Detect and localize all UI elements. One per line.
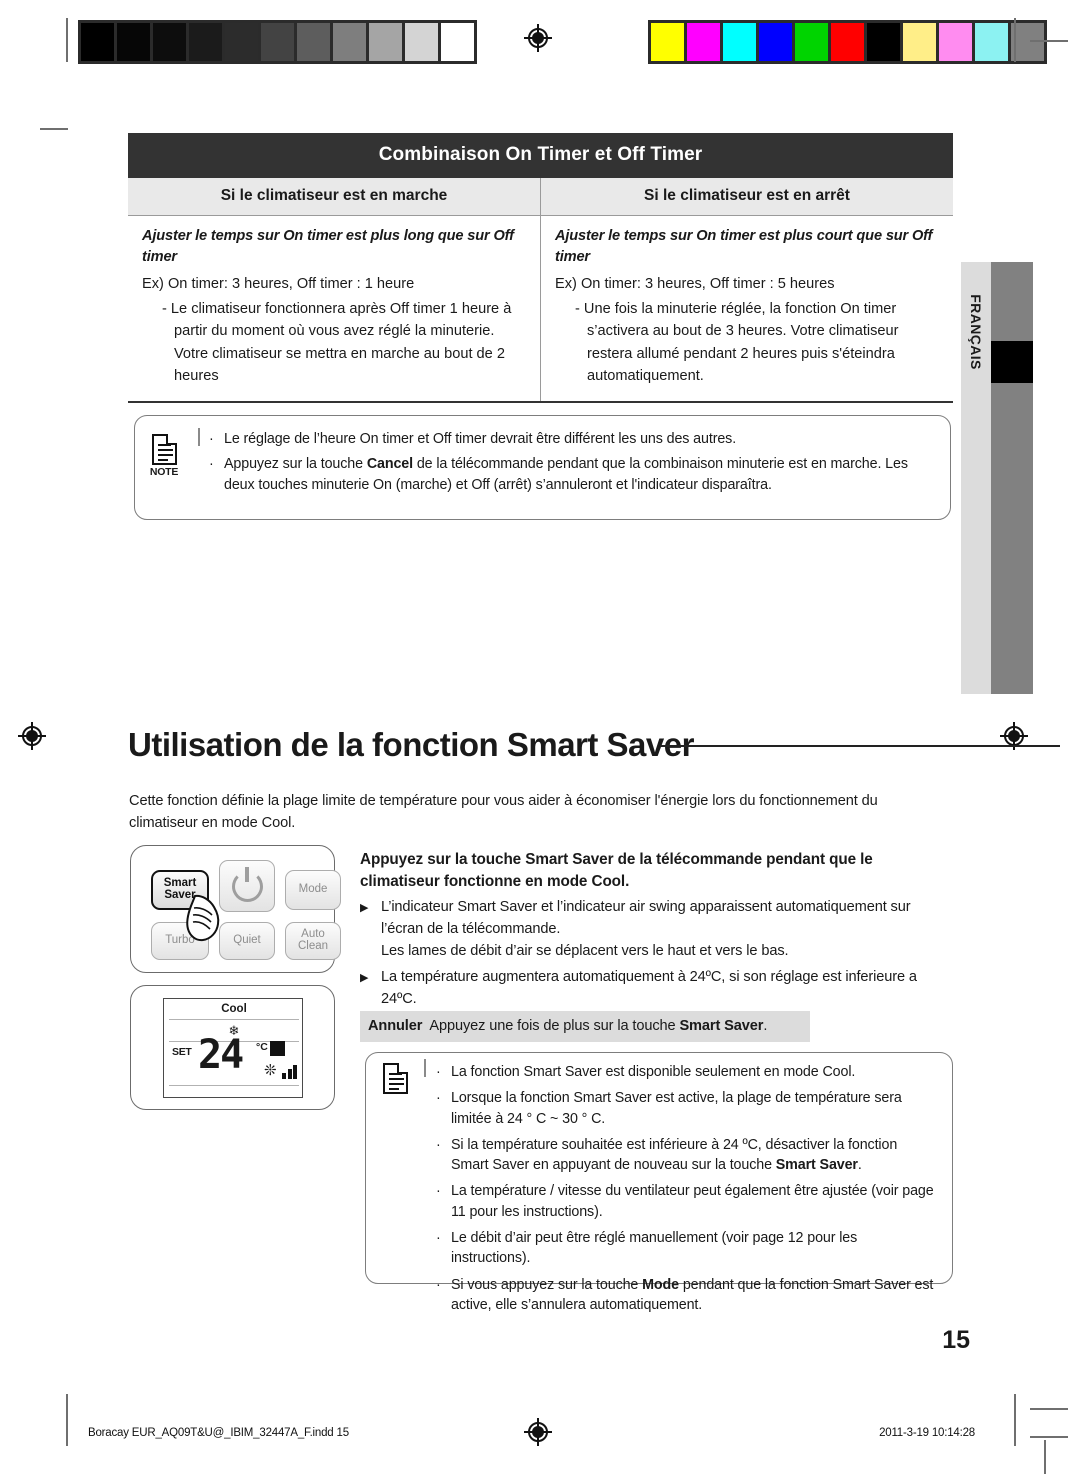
- note-label: NOTE: [149, 466, 179, 478]
- remote-auto-clean-button[interactable]: Auto Clean: [285, 922, 341, 960]
- condition-text-stopped: Ajuster le temps sur On timer est plus c…: [555, 228, 933, 266]
- combination-timer-table: Combinaison On Timer et Off Timer Si le …: [128, 133, 953, 403]
- list-item: · Appuyez sur la touche Cancel de la télé…: [209, 456, 908, 493]
- detail-text-running: - Le climatiseur fonctionnera après Off …: [162, 301, 512, 384]
- table-title: Combinaison On Timer et Off Timer: [128, 133, 953, 178]
- note-box-timer: NOTE · Le réglage de l’heure On timer et …: [134, 415, 951, 520]
- lcd-mode-label: Cool: [221, 1003, 247, 1015]
- list-item: · Le réglage de l’heure On timer et Off t…: [209, 431, 737, 447]
- triangle-bullet-icon: ▶: [360, 902, 369, 914]
- note-document-icon: NOTE: [147, 433, 181, 478]
- table-header-stopped: Si le climatiseur est en arrêt: [644, 187, 850, 204]
- hand-pointer-icon: [186, 894, 220, 942]
- page-title: Utilisation de la fonction Smart Saver: [128, 726, 694, 763]
- smart-saver-indicator-icon: [270, 1041, 285, 1056]
- condition-text-running: Ajuster le temps sur On timer est plus l…: [142, 228, 514, 266]
- note-document-icon: [378, 1062, 412, 1094]
- remote-button-panel-illustration: Smart Saver Mode Turbo Quiet Auto Clean: [130, 845, 341, 973]
- language-tab-label: FRANÇAIS: [968, 294, 984, 370]
- list-item: ▶ L’indicateur Smart Saver et l’indicateu…: [360, 899, 911, 959]
- note-divider: [198, 428, 200, 446]
- remote-mode-button[interactable]: Mode: [285, 870, 341, 910]
- note-divider: [424, 1059, 426, 1077]
- lcd-divider: [169, 1019, 299, 1021]
- cancel-text-bold: Smart Saver: [679, 1018, 764, 1034]
- language-tab: FRANÇAIS: [961, 262, 991, 694]
- lcd-temperature-unit: °C: [256, 1041, 268, 1053]
- example-text-running: Ex) On timer: 3 heures, Off timer : 1 he…: [142, 276, 415, 293]
- language-tab-marker: [991, 341, 1033, 383]
- instruction-bullet-list: ▶ L’indicateur Smart Saver et l’indicateu…: [360, 897, 955, 1014]
- list-item: · Lorsque la fonction Smart Saver est act…: [436, 1090, 902, 1127]
- cancel-text-pre: Appuyez une fois de plus sur la touche: [429, 1018, 680, 1034]
- detail-text-stopped: - Une fois la minuterie réglée, la fonct…: [575, 301, 899, 384]
- fan-speed-bars: [282, 1065, 298, 1079]
- lcd-divider: [169, 1085, 299, 1087]
- list-item: ▶ La température augmentera automatiqueme…: [360, 968, 917, 1007]
- cancel-label: Annuler: [368, 1018, 423, 1034]
- cancel-instruction-row: Annuler Appuyez une fois de plus sur la …: [360, 1011, 810, 1042]
- manual-page: Combinaison On Timer et Off Timer Si le …: [0, 0, 1080, 1476]
- instruction-lead-text: Appuyez sur la touche Smart Saver de la …: [360, 851, 873, 890]
- footer-timestamp: 2011-3-19 10:14:28: [879, 1427, 975, 1439]
- fan-icon: ❊: [264, 1062, 277, 1079]
- triangle-bullet-icon: ▶: [360, 971, 369, 984]
- lcd-set-label: SET: [172, 1046, 192, 1058]
- lcd-screen: Cool ❄ SET 24 °C ❊: [163, 998, 303, 1098]
- list-item: · Si la température souhaitée est inférie…: [436, 1136, 898, 1174]
- footer-filename: Boracay EUR_AQ09T&U@_IBIM_32447A_F.indd …: [88, 1427, 349, 1439]
- note-box-smart-saver: · La fonction Smart Saver est disponible …: [365, 1052, 953, 1313]
- page-number: 15: [942, 1326, 970, 1354]
- table-cell-running: Ajuster le temps sur On timer est plus l…: [128, 216, 541, 401]
- note-top-list: · Le réglage de l’heure On timer et Off t…: [209, 429, 935, 500]
- remote-lcd-illustration: Cool ❄ SET 24 °C ❊: [130, 985, 335, 1110]
- intro-paragraph: Cette fonction définie la plage limite d…: [129, 793, 878, 832]
- cancel-text-post: .: [763, 1018, 768, 1034]
- lcd-temperature-value: 24: [198, 1032, 244, 1078]
- list-item: · Le débit d’air peut être réglé manuelle…: [436, 1230, 858, 1267]
- list-item: · La température / vitesse du ventilateur…: [436, 1183, 934, 1220]
- list-item: · La fonction Smart Saver est disponible …: [436, 1064, 856, 1080]
- table-body-row: Ajuster le temps sur On timer est plus l…: [128, 216, 953, 403]
- table-cell-stopped: Ajuster le temps sur On timer est plus c…: [541, 216, 953, 401]
- language-tab-bleed-bar: [991, 262, 1033, 694]
- heading-rule: [660, 745, 1060, 748]
- table-header-row: Si le climatiseur est en marche Si le cl…: [128, 178, 953, 216]
- table-header-running: Si le climatiseur est en marche: [128, 178, 541, 215]
- list-item: · Si vous appuyez sur la touche Mode pend…: [436, 1276, 934, 1313]
- power-icon: [231, 866, 263, 902]
- example-text-stopped: Ex) On timer: 3 heures, Off timer : 5 he…: [555, 276, 835, 293]
- note-bottom-list: · La fonction Smart Saver est disponible …: [436, 1062, 936, 1321]
